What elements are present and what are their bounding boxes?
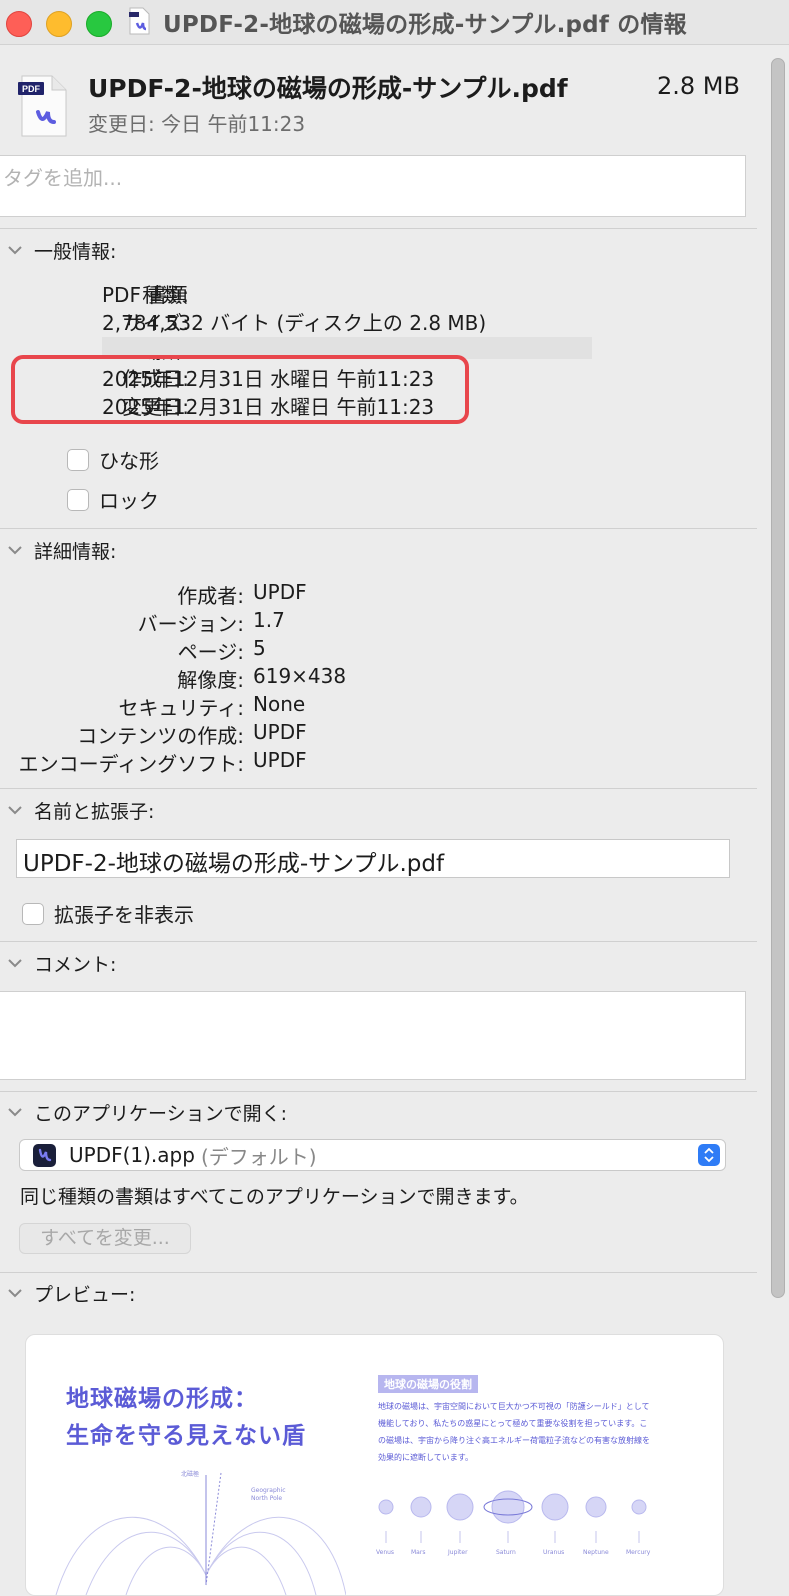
planets-illustration <box>378 1490 647 1543</box>
locked-checkbox[interactable]: ロック <box>67 485 159 514</box>
preview-text-line: 機能しており、私たちの惑星にとって極めて重要な役割を担っています。こ <box>378 1419 648 1428</box>
chevron-down-icon <box>8 246 22 255</box>
section-name-title: 名前と拡張子: <box>34 800 155 823</box>
comments-input[interactable] <box>0 991 746 1080</box>
section-preview-title: プレビュー: <box>34 1283 136 1306</box>
divider <box>0 788 757 789</box>
file-size: 2.8 MB <box>657 72 740 100</box>
section-comments-toggle[interactable]: コメント: <box>6 949 116 977</box>
section-comments-title: コメント: <box>34 953 117 976</box>
size-value: 2,784,532 バイト (ディスク上の 2.8 MB) <box>102 311 487 335</box>
section-details-title: 詳細情報: <box>34 540 117 563</box>
updf-app-icon <box>33 1143 56 1167</box>
checkbox-box[interactable] <box>22 902 44 925</box>
section-details-toggle[interactable]: 詳細情報: <box>6 536 116 564</box>
preview-text-line: 効果的に遮断しています。 <box>378 1453 473 1462</box>
open-with-select[interactable]: UPDF(1).app (デフォルト) <box>19 1139 726 1171</box>
resolution-value: 619×438 <box>253 664 347 688</box>
divider <box>0 528 757 529</box>
version-label: バージョン: <box>137 612 244 636</box>
checkbox-box[interactable] <box>67 448 89 471</box>
divider <box>0 1272 757 1273</box>
scrollbar[interactable] <box>763 52 789 1577</box>
section-preview-toggle[interactable]: プレビュー: <box>6 1279 135 1307</box>
modified-summary: 変更日: 今日 午前11:23 <box>88 112 306 136</box>
scrollbar-thumb[interactable] <box>771 58 785 1298</box>
stationery-label: ひな形 <box>99 449 159 473</box>
hide-extension-label: 拡張子を非表示 <box>54 903 194 927</box>
pdf-document-icon: PDF <box>18 75 67 137</box>
chevron-down-icon <box>8 546 22 555</box>
section-open-with-toggle[interactable]: このアプリケーションで開く: <box>6 1098 287 1126</box>
pages-value: 5 <box>253 636 266 660</box>
pdf-badge-text: PDF <box>22 84 41 94</box>
section-name-toggle[interactable]: 名前と拡張子: <box>6 796 154 824</box>
content-creator-label: コンテンツの作成: <box>77 724 244 748</box>
divider <box>0 941 757 942</box>
preview-north-label: 北磁極 <box>181 1471 200 1478</box>
minimize-button[interactable] <box>46 11 72 37</box>
chevron-down-icon <box>8 1108 22 1117</box>
window-title: UPDF-2-地球の磁場の形成-サンプル.pdf の情報 <box>163 12 687 38</box>
section-open-with-title: このアプリケーションで開く: <box>34 1102 288 1125</box>
chevron-down-icon <box>8 806 22 815</box>
locked-label: ロック <box>99 489 159 513</box>
stationery-checkbox[interactable]: ひな形 <box>67 445 159 474</box>
filename-input[interactable]: UPDF-2-地球の磁場の形成-サンプル.pdf <box>16 839 730 878</box>
chevron-down-icon <box>8 1289 22 1298</box>
preview-thumbnail: 地球磁場の形成： 生命を守る見えない盾 北磁極 Geographic North… <box>25 1334 724 1596</box>
pages-label: ページ: <box>177 640 244 664</box>
preview-geo-label-1: Geographic <box>251 1487 286 1494</box>
open-with-note: 同じ種類の書類はすべてこのアプリケーションで開きます。 <box>20 1186 529 1208</box>
zoom-button[interactable] <box>86 11 112 37</box>
security-label: セキュリティ: <box>118 696 244 720</box>
tags-input[interactable]: タグを追加... <box>0 155 746 217</box>
planet-label: Mars <box>411 1549 426 1556</box>
planet-label: Uranus <box>543 1549 565 1556</box>
preview-text-line: の磁場は、宇宙から降り注ぐ高エネルギー荷電粒子流などの有害な放射線を <box>378 1436 650 1445</box>
planet-label: Saturn <box>496 1549 516 1556</box>
select-arrows-icon <box>698 1144 720 1166</box>
preview-doc-title-2: 生命を守る見えない盾 <box>66 1423 306 1449</box>
section-general-title: 一般情報: <box>34 240 117 263</box>
preview-geo-label-2: North Pole <box>251 1495 283 1502</box>
security-value: None <box>253 692 306 716</box>
change-all-button[interactable]: すべてを変更... <box>19 1223 191 1254</box>
close-button[interactable] <box>6 11 32 37</box>
preview-text-line: 地球の磁場は、宇宙空間において巨大かつ不可視の「防護シールド」として <box>378 1402 650 1411</box>
encoding-label: エンコーディングソフト: <box>18 752 244 776</box>
content-creator-value: UPDF <box>253 720 307 744</box>
divider <box>0 1091 757 1092</box>
file-name-heading: UPDF-2-地球の磁場の形成-サンプル.pdf <box>88 74 568 103</box>
date-highlight-box <box>11 355 469 424</box>
planet-label: Neptune <box>583 1549 609 1556</box>
checkbox-box[interactable] <box>67 488 89 511</box>
divider <box>0 228 757 229</box>
preview-doc-title-1: 地球磁場の形成： <box>66 1386 258 1412</box>
kind-value: PDF 書類 <box>102 283 188 307</box>
tags-placeholder: タグを追加... <box>3 166 123 190</box>
planet-label: Jupiter <box>448 1549 468 1556</box>
author-value: UPDF <box>253 580 307 604</box>
version-value: 1.7 <box>253 608 285 632</box>
planet-label: Mercury <box>626 1549 651 1556</box>
app-name: UPDF(1).app <box>69 1143 195 1167</box>
title-bar: UPDF-2-地球の磁場の形成-サンプル.pdf の情報 <box>0 0 789 45</box>
resolution-label: 解像度: <box>177 668 244 692</box>
encoding-value: UPDF <box>253 748 307 772</box>
app-default-tag: (デフォルト) <box>200 1144 317 1169</box>
author-label: 作成者: <box>177 584 244 608</box>
planet-label: Venus <box>376 1549 395 1556</box>
pdf-file-icon <box>129 7 150 35</box>
preview-badge: 地球の磁場の役割 <box>378 1375 478 1393</box>
chevron-down-icon <box>8 959 22 968</box>
hide-extension-checkbox[interactable]: 拡張子を非表示 <box>22 899 194 928</box>
section-general-toggle[interactable]: 一般情報: <box>6 236 116 264</box>
